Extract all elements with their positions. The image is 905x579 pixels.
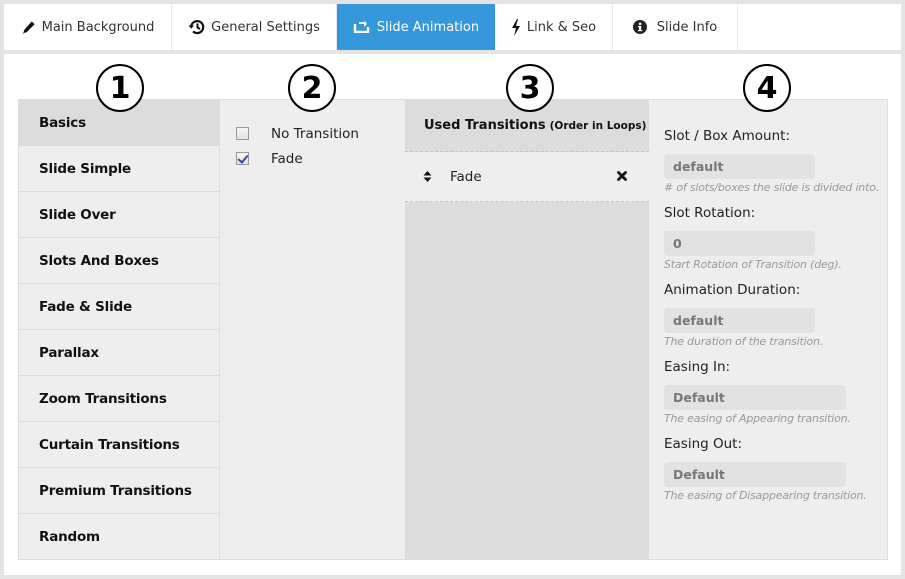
easing-out-select[interactable]: Default: [664, 462, 846, 487]
slot-box-amount-help: # of slots/boxes the slide is divided in…: [664, 181, 880, 194]
category-slide-simple[interactable]: Slide Simple: [19, 146, 219, 192]
used-transitions-subtitle: (Order in Loops): [549, 119, 647, 132]
category-fade-and-slide[interactable]: Fade & Slide: [19, 284, 219, 330]
step-marker-1: 1: [96, 64, 144, 112]
info-icon: [632, 20, 647, 34]
history-icon: [188, 19, 205, 35]
tab-label: Link & Seo: [526, 19, 597, 35]
used-transitions-list: Used Transitions (Order in Loops) Fade: [405, 100, 649, 559]
used-transition-label: Fade: [450, 168, 482, 185]
tab-slide-info[interactable]: Slide Info: [613, 4, 738, 50]
animation-panel: Basics Slide Simple Slide Over Slots And…: [18, 99, 888, 560]
slot-rotation-help: Start Rotation of Transition (deg).: [664, 258, 842, 271]
tab-label: Main Background: [41, 19, 155, 35]
easing-in-label: Easing In:: [664, 359, 731, 375]
animation-duration-help: The duration of the transition.: [664, 335, 824, 348]
category-curtain-transitions[interactable]: Curtain Transitions: [19, 422, 219, 468]
easing-out-label: Easing Out:: [664, 436, 743, 452]
animation-duration-label: Animation Duration:: [664, 282, 801, 298]
easing-in-help: The easing of Appearing transition.: [664, 412, 851, 425]
slot-box-amount-input[interactable]: default: [664, 154, 815, 179]
easing-out-help: The easing of Disappearing transition.: [664, 489, 867, 502]
tab-main-background[interactable]: Main Background: [4, 4, 172, 50]
transition-settings: Slot / Box Amount: default # of slots/bo…: [649, 100, 887, 559]
slot-box-amount-label: Slot / Box Amount:: [664, 128, 790, 144]
no-transition-checkbox[interactable]: [236, 127, 249, 140]
animation-duration-input[interactable]: default: [664, 308, 815, 333]
tab-slide-animation[interactable]: Slide Animation: [337, 4, 495, 50]
retweet-icon: [353, 21, 371, 33]
fade-checkbox[interactable]: [236, 152, 249, 165]
pencil-icon: [21, 20, 36, 35]
transition-option-fade[interactable]: Fade: [221, 146, 405, 171]
close-icon[interactable]: [617, 169, 627, 185]
tab-label: Slide Info: [656, 19, 718, 35]
category-zoom-transitions[interactable]: Zoom Transitions: [19, 376, 219, 422]
step-marker-2: 2: [288, 64, 336, 112]
step-marker-3: 3: [506, 64, 554, 112]
easing-in-select[interactable]: Default: [664, 385, 846, 410]
slide-animation-content: 1 2 3 4 Basics Slide Simple Slide Over S…: [4, 54, 901, 575]
tab-link-seo[interactable]: Link & Seo: [495, 4, 613, 50]
transition-options: No Transition Fade: [221, 100, 405, 559]
category-parallax[interactable]: Parallax: [19, 330, 219, 376]
tab-label: Slide Animation: [376, 19, 480, 35]
category-random[interactable]: Random: [19, 514, 219, 560]
category-slots-and-boxes[interactable]: Slots And Boxes: [19, 238, 219, 284]
tab-label: General Settings: [211, 19, 320, 35]
option-label: Fade: [271, 150, 303, 167]
sort-icon[interactable]: [423, 170, 437, 183]
transition-option-no-transition[interactable]: No Transition: [221, 121, 405, 146]
step-marker-4: 4: [743, 64, 791, 112]
category-premium-transitions[interactable]: Premium Transitions: [19, 468, 219, 514]
bolt-icon: [511, 18, 521, 36]
tab-general-settings[interactable]: General Settings: [172, 4, 337, 50]
transition-category-list: Basics Slide Simple Slide Over Slots And…: [19, 100, 220, 559]
slot-rotation-label: Slot Rotation:: [664, 205, 756, 221]
used-transition-item[interactable]: Fade: [405, 152, 649, 202]
option-label: No Transition: [271, 125, 359, 142]
used-transitions-title: Used Transitions: [424, 118, 546, 133]
slot-rotation-input[interactable]: 0: [664, 231, 815, 256]
tab-bar: Main Background General Settings Slide A…: [4, 4, 901, 50]
category-slide-over[interactable]: Slide Over: [19, 192, 219, 238]
